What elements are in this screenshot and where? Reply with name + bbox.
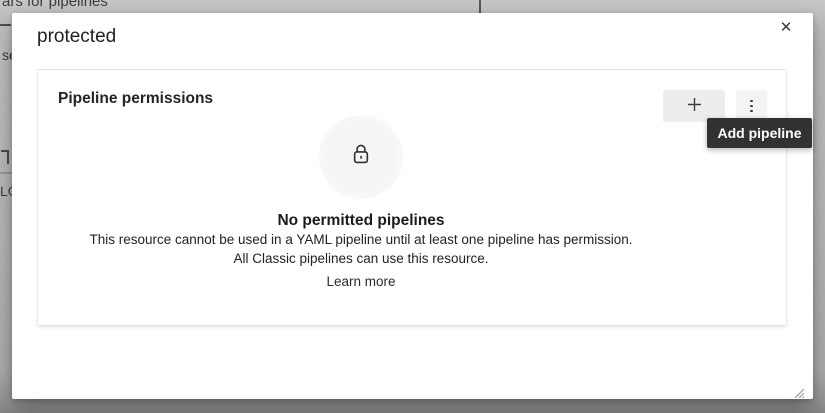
pipeline-permissions-card: Pipeline permissions (38, 70, 786, 325)
pipeline-permissions-dialog: protected ✕ Pipeline permissions (12, 13, 813, 399)
background-divider (0, 24, 11, 26)
background-icon-fragment (1, 150, 9, 164)
card-heading: Pipeline permissions (58, 90, 213, 108)
tooltip: Add pipeline (707, 118, 812, 148)
plus-icon (687, 97, 702, 115)
background-column-divider (479, 0, 481, 13)
lock-illustration (319, 115, 403, 199)
resize-handle-icon[interactable] (792, 385, 804, 397)
kebab-menu-icon (750, 100, 753, 113)
dialog-title: protected (37, 26, 116, 48)
close-icon: ✕ (780, 18, 793, 36)
background-divider-2 (0, 172, 12, 174)
close-button[interactable]: ✕ (775, 16, 797, 38)
empty-state-title: No permitted pipelines (38, 212, 684, 230)
screen: ars for pipelines se LO protected ✕ Pipe… (0, 0, 825, 413)
background-heading-fragment: ars for pipelines (2, 0, 108, 10)
empty-state-line1: This resource cannot be used in a YAML p… (38, 231, 684, 249)
tooltip-label: Add pipeline (718, 125, 802, 141)
lock-icon (350, 143, 372, 172)
empty-state-line2: All Classic pipelines can use this resou… (38, 250, 684, 268)
empty-state: No permitted pipelines This resource can… (38, 115, 684, 291)
learn-more-link[interactable]: Learn more (326, 273, 395, 291)
